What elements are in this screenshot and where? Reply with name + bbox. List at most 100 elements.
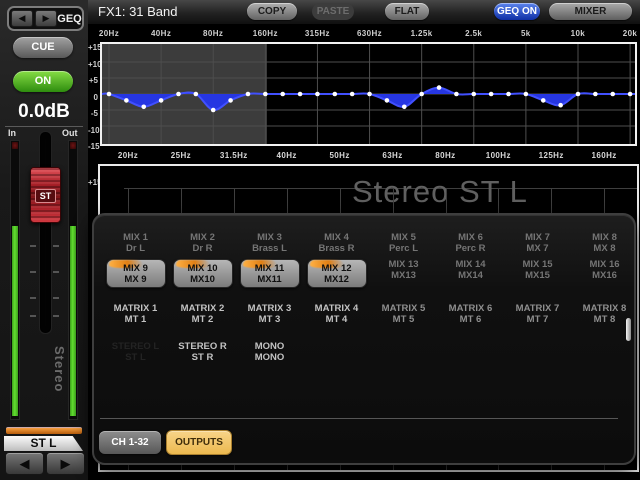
output-mix-12-button[interactable]: MIX 12MX12 <box>307 259 367 288</box>
band-handle-50[interactable] <box>176 92 181 97</box>
flat-button[interactable]: FLAT <box>385 3 429 20</box>
band-handle-4k[interactable] <box>506 92 511 97</box>
geq-on-toggle[interactable]: GEQ ON <box>494 3 540 20</box>
copy-button[interactable]: COPY <box>247 3 297 20</box>
channel-watermark: Stereo ST L <box>352 174 528 210</box>
next-channel-button[interactable]: ▶ <box>46 452 85 475</box>
band-handle-20[interactable] <box>107 92 112 97</box>
output-mix-11-name: MIX 11 <box>241 263 299 274</box>
tab-outputs[interactable]: OUTPUTS <box>166 430 232 455</box>
output-mix-2: MIX 2Dr R <box>169 232 236 254</box>
mixer-button[interactable]: MIXER <box>549 3 632 20</box>
band-handle-31.5[interactable] <box>141 105 146 110</box>
band-handle-400[interactable] <box>333 92 338 97</box>
cue-button[interactable]: CUE <box>13 37 73 58</box>
output-mix-10-label: MX10 <box>174 274 232 285</box>
output-matrix-5[interactable]: MATRIX 5MT 5 <box>370 303 437 325</box>
eq-curve-plot[interactable] <box>100 42 637 146</box>
output-matrix-7-name: MATRIX 7 <box>504 303 571 314</box>
gain-axis-top-label: +15 <box>88 178 97 187</box>
band-handle-125[interactable] <box>246 92 251 97</box>
on-button[interactable]: ON <box>13 71 73 92</box>
channel-tag[interactable]: ST L <box>4 436 83 451</box>
band-handle-5k[interactable] <box>524 92 529 97</box>
band-handle-80[interactable] <box>211 108 216 113</box>
band-handle-200[interactable] <box>280 92 285 97</box>
output-mix-16-name: MIX 16 <box>571 259 638 270</box>
output-matrix-4[interactable]: MATRIX 4MT 4 <box>303 303 370 325</box>
ruler-tick-31.5Hz: 31.5Hz <box>208 151 260 160</box>
output-mix-15: MIX 15MX15 <box>504 259 571 281</box>
input-level-meter <box>10 140 20 420</box>
band-handle-8k[interactable] <box>558 103 563 108</box>
output-matrix-7[interactable]: MATRIX 7MT 7 <box>504 303 571 325</box>
output-mix-3-name: MIX 3 <box>236 232 303 243</box>
meter-level-fill <box>12 226 18 416</box>
band-handle-6.3k[interactable] <box>541 98 546 103</box>
output-mix-7-name: MIX 7 <box>504 232 571 243</box>
fader-cap[interactable]: ST <box>30 167 61 223</box>
output-mix-4-label: Brass R <box>303 243 370 254</box>
band-handle-160[interactable] <box>263 92 268 97</box>
output-stereo-r-label: ST R <box>169 352 236 363</box>
geq-overview-chart: 20Hz40Hz80Hz160Hz315Hz630Hz1.25k2.5k5k10… <box>88 24 640 147</box>
output-mix-16: MIX 16MX16 <box>571 259 638 281</box>
right-arrow-icon[interactable]: ▶ <box>35 10 57 27</box>
tab-ch-1-32[interactable]: CH 1-32 <box>99 431 161 454</box>
output-matrix-7-label: MT 7 <box>504 314 571 325</box>
output-mix-11[interactable]: MIX 11MX11 <box>236 259 303 288</box>
output-mix-10[interactable]: MIX 10MX10 <box>169 259 236 288</box>
output-stereo-l[interactable]: STEREO LST L <box>102 341 169 363</box>
band-handle-250[interactable] <box>298 92 303 97</box>
paste-button[interactable]: PASTE <box>312 3 354 20</box>
fader-track[interactable] <box>39 131 52 334</box>
band-handle-500[interactable] <box>350 92 355 97</box>
output-matrix-6[interactable]: MATRIX 6MT 6 <box>437 303 504 325</box>
band-handle-63[interactable] <box>194 92 199 97</box>
band-handle-1k[interactable] <box>402 105 407 110</box>
band-handle-3.15k[interactable] <box>489 92 494 97</box>
fader-gain-value: 0.0dB <box>0 101 88 123</box>
zoom-frequency-ruler: 20Hz25Hz31.5Hz40Hz50Hz63Hz80Hz100Hz125Hz… <box>88 147 640 164</box>
band-handle-12.5k[interactable] <box>593 92 598 97</box>
band-handle-2k[interactable] <box>454 92 459 97</box>
band-handle-20k[interactable] <box>628 92 633 97</box>
band-handle-630[interactable] <box>367 92 372 97</box>
band-handle-800[interactable] <box>385 98 390 103</box>
gain-tick--5: -5 <box>88 109 98 118</box>
output-mix-9[interactable]: MIX 9MX 9 <box>102 259 169 288</box>
output-matrix-1[interactable]: MATRIX 1MT 1 <box>102 303 169 325</box>
prev-channel-button[interactable]: ◀ <box>5 452 44 475</box>
output-mix-5-label: Perc L <box>370 243 437 254</box>
output-mix-4: MIX 4Brass R <box>303 232 370 254</box>
band-handle-100[interactable] <box>228 98 233 103</box>
output-mix-11-label: MX11 <box>241 274 299 285</box>
output-mix-11-button[interactable]: MIX 11MX11 <box>240 259 300 288</box>
output-mix-14-label: MX14 <box>437 270 504 281</box>
output-mono[interactable]: MONOMONO <box>236 341 303 363</box>
left-arrow-icon: ◀ <box>20 456 30 471</box>
band-handle-40[interactable] <box>159 98 164 103</box>
output-mix-12[interactable]: MIX 12MX12 <box>303 259 370 288</box>
freq-tick-10k: 10k <box>558 29 598 38</box>
channel-name-vertical: Stereo <box>52 346 67 416</box>
output-matrix-1-name: MATRIX 1 <box>102 303 169 314</box>
band-handle-1.25k[interactable] <box>419 92 424 97</box>
band-handle-2.5k[interactable] <box>471 92 476 97</box>
output-stereo-r[interactable]: STEREO RST R <box>169 341 236 363</box>
output-mix-10-button[interactable]: MIX 10MX10 <box>173 259 233 288</box>
band-handle-16k[interactable] <box>610 92 615 97</box>
output-matrix-3[interactable]: MATRIX 3MT 3 <box>236 303 303 325</box>
output-matrix-4-label: MT 4 <box>303 314 370 325</box>
left-arrow-icon[interactable]: ◀ <box>11 10 33 27</box>
band-handle-1.6k[interactable] <box>437 85 442 90</box>
output-mix-1-label: Dr L <box>102 243 169 254</box>
ruler-tick-80Hz: 80Hz <box>419 151 471 160</box>
output-matrix-2[interactable]: MATRIX 2MT 2 <box>169 303 236 325</box>
band-handle-315[interactable] <box>315 92 320 97</box>
gain-tick-+5: +5 <box>88 76 98 85</box>
band-handle-25[interactable] <box>124 98 129 103</box>
output-mix-9-button[interactable]: MIX 9MX 9 <box>106 259 166 288</box>
band-handle-10k[interactable] <box>576 92 581 97</box>
scrollbar-thumb[interactable] <box>626 318 631 341</box>
